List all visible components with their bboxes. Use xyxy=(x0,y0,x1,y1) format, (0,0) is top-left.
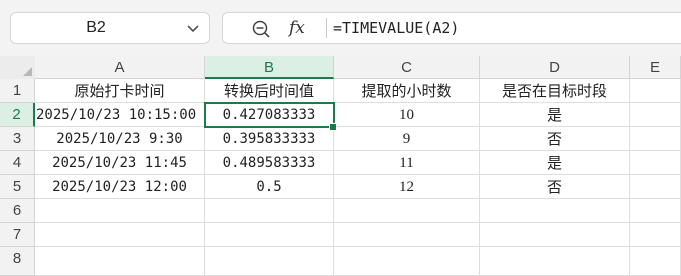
cell-b4[interactable]: 0.489583333 xyxy=(205,151,334,175)
cell-d7[interactable] xyxy=(480,223,630,247)
cell-c8[interactable] xyxy=(334,247,480,276)
column-header-b[interactable]: B xyxy=(205,56,334,79)
cell-e7[interactable] xyxy=(630,223,681,247)
cell-c5[interactable]: 12 xyxy=(334,175,480,199)
cell-c3[interactable]: 9 xyxy=(334,127,480,151)
cell-e1[interactable] xyxy=(630,79,681,103)
cell-d3[interactable]: 否 xyxy=(480,127,630,151)
cell-b7[interactable] xyxy=(205,223,334,247)
cell-b3[interactable]: 0.395833333 xyxy=(205,127,334,151)
cell-b8[interactable] xyxy=(205,247,334,276)
formula-input-box[interactable]: fx =TIMEVALUE(A2) xyxy=(222,12,681,44)
select-all-triangle-icon xyxy=(23,67,32,76)
cell-e6[interactable] xyxy=(630,199,681,223)
name-box[interactable]: B2 xyxy=(10,12,210,44)
cell-a8[interactable] xyxy=(35,247,205,276)
cell-a5[interactable]: 2025/10/23 12:00 xyxy=(35,175,205,199)
row-header-1[interactable]: 1 xyxy=(0,79,35,103)
cell-b5[interactable]: 0.5 xyxy=(205,175,334,199)
name-box-value[interactable]: B2 xyxy=(11,13,181,43)
cell-a2[interactable]: 2025/10/23 10:15:00 xyxy=(35,103,205,127)
column-header-c[interactable]: C xyxy=(334,56,480,79)
row-header-5[interactable]: 5 xyxy=(0,175,35,199)
fill-handle[interactable] xyxy=(329,123,337,131)
formula-divider xyxy=(326,18,327,38)
cell-b6[interactable] xyxy=(205,199,334,223)
row-header-6[interactable]: 6 xyxy=(0,199,35,223)
cell-d4[interactable]: 是 xyxy=(480,151,630,175)
cell-c4[interactable]: 11 xyxy=(334,151,480,175)
cell-c1[interactable]: 提取的小时数 xyxy=(334,79,480,103)
cell-d1[interactable]: 是否在目标时段 xyxy=(480,79,630,103)
cell-c7[interactable] xyxy=(334,223,480,247)
row-header-2[interactable]: 2 xyxy=(0,103,35,127)
cell-c2[interactable]: 10 xyxy=(334,103,480,127)
formula-bar-area: B2 fx =TIMEVALUE(A2) xyxy=(0,0,681,56)
cell-a3[interactable]: 2025/10/23 9:30 xyxy=(35,127,205,151)
cell-a6[interactable] xyxy=(35,199,205,223)
cell-d8[interactable] xyxy=(480,247,630,276)
cell-b2[interactable]: 0.427083333 xyxy=(205,103,334,127)
row-header-8[interactable]: 8 xyxy=(0,247,35,276)
row-header-7[interactable]: 7 xyxy=(0,223,35,247)
column-header-e[interactable]: E xyxy=(630,56,681,79)
cell-e4[interactable] xyxy=(630,151,681,175)
row-header-4[interactable]: 4 xyxy=(0,151,35,175)
cell-a7[interactable] xyxy=(35,223,205,247)
cell-a1[interactable]: 原始打卡时间 xyxy=(35,79,205,103)
zoom-out-icon[interactable] xyxy=(251,19,271,39)
column-header-d[interactable]: D xyxy=(480,56,630,79)
cell-c6[interactable] xyxy=(334,199,480,223)
column-header-a[interactable]: A xyxy=(35,56,205,79)
cell-e5[interactable] xyxy=(630,175,681,199)
cell-e3[interactable] xyxy=(630,127,681,151)
cell-d2[interactable]: 是 xyxy=(480,103,630,127)
cell-e8[interactable] xyxy=(630,247,681,276)
select-all-corner[interactable] xyxy=(0,56,35,79)
cell-a4[interactable]: 2025/10/23 11:45 xyxy=(35,151,205,175)
chevron-down-icon[interactable] xyxy=(185,20,201,36)
cell-d5[interactable]: 否 xyxy=(480,175,630,199)
cell-b1[interactable]: 转换后时间值 xyxy=(205,79,334,103)
cell-d6[interactable] xyxy=(480,199,630,223)
insert-function-icon[interactable]: fx xyxy=(289,17,305,39)
cell-e2[interactable] xyxy=(630,103,681,127)
formula-text[interactable]: =TIMEVALUE(A2) xyxy=(333,13,459,43)
row-header-3[interactable]: 3 xyxy=(0,127,35,151)
